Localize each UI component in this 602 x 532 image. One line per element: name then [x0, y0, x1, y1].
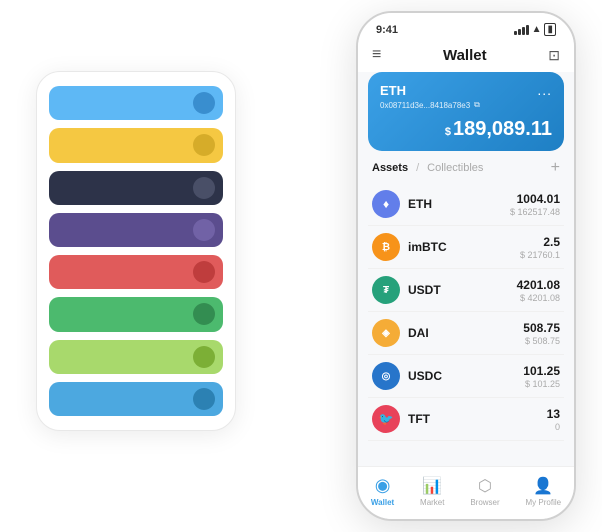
tab-separator: / — [416, 162, 419, 174]
wifi-icon: ▲ — [532, 24, 542, 35]
eth-balance: $189,089.11 — [380, 118, 552, 141]
asset-row-eth[interactable]: ♦ ETH 1004.01 $ 162517.48 — [368, 183, 564, 226]
asset-row-dai[interactable]: ◈ DAI 508.75 $ 508.75 — [368, 312, 564, 355]
bg-row-8 — [49, 382, 223, 416]
add-asset-button[interactable]: + — [551, 159, 560, 177]
asset-name-eth: ETH — [408, 197, 510, 211]
asset-name-usdc: USDC — [408, 369, 523, 383]
eth-asset-icon: ♦ — [372, 190, 400, 218]
nav-market-label: Market — [420, 498, 444, 507]
eth-address: 0x08711d3e...8418a78e3 ⧉ — [380, 100, 552, 110]
asset-name-tft: TFT — [408, 412, 547, 426]
asset-amounts-imbtc: 2.5 $ 21760.1 — [520, 235, 560, 260]
nav-profile-label: My Profile — [526, 498, 562, 507]
nav-wallet[interactable]: ◉ Wallet — [371, 475, 394, 507]
scene: 9:41 ▲ ▮ ≡ Wallet ⊡ ETH ... — [16, 11, 586, 521]
tft-asset-icon: 🐦 — [372, 405, 400, 433]
nav-wallet-label: Wallet — [371, 498, 394, 507]
tab-collectibles[interactable]: Collectibles — [427, 162, 483, 174]
bg-row-4 — [49, 213, 223, 247]
eth-card-top: ETH ... — [380, 82, 552, 98]
status-time: 9:41 — [376, 24, 398, 36]
nav-market[interactable]: 📊 Market — [420, 476, 444, 507]
status-bar: 9:41 ▲ ▮ — [358, 13, 574, 40]
bg-row-7 — [49, 340, 223, 374]
asset-row-imbtc[interactable]: ₿ imBTC 2.5 $ 21760.1 — [368, 226, 564, 269]
asset-row-usdt[interactable]: ₮ USDT 4201.08 $ 4201.08 — [368, 269, 564, 312]
asset-row-usdc[interactable]: ◎ USDC 101.25 $ 101.25 — [368, 355, 564, 398]
eth-card-menu[interactable]: ... — [537, 82, 552, 98]
bg-row-1 — [49, 86, 223, 120]
asset-name-imbtc: imBTC — [408, 240, 520, 254]
nav-browser[interactable]: ⬡ Browser — [470, 476, 499, 507]
bottom-nav: ◉ Wallet 📊 Market ⬡ Browser 👤 My Profile — [358, 466, 574, 519]
asset-name-dai: DAI — [408, 326, 523, 340]
eth-card-label: ETH — [380, 83, 406, 98]
asset-amounts-eth: 1004.01 $ 162517.48 — [510, 192, 560, 217]
page-title: Wallet — [443, 47, 487, 64]
bg-row-3 — [49, 171, 223, 205]
phone-header: ≡ Wallet ⊡ — [358, 40, 574, 72]
assets-tabs: Assets / Collectibles — [372, 162, 483, 174]
asset-amounts-usdc: 101.25 $ 101.25 — [523, 364, 560, 389]
profile-nav-icon: 👤 — [533, 476, 553, 496]
copy-icon[interactable]: ⧉ — [474, 100, 480, 110]
market-nav-icon: 📊 — [422, 476, 442, 496]
nav-browser-label: Browser — [470, 498, 499, 507]
asset-list: ♦ ETH 1004.01 $ 162517.48 ₿ imBTC 2.5 $ … — [358, 183, 574, 466]
expand-icon[interactable]: ⊡ — [548, 47, 560, 64]
tab-assets[interactable]: Assets — [372, 162, 408, 174]
bg-row-5 — [49, 255, 223, 289]
usdc-asset-icon: ◎ — [372, 362, 400, 390]
background-card — [36, 71, 236, 431]
assets-header: Assets / Collectibles + — [358, 159, 574, 183]
dai-asset-icon: ◈ — [372, 319, 400, 347]
usdt-asset-icon: ₮ — [372, 276, 400, 304]
asset-name-usdt: USDT — [408, 283, 517, 297]
asset-row-tft[interactable]: 🐦 TFT 13 0 — [368, 398, 564, 441]
phone-mockup: 9:41 ▲ ▮ ≡ Wallet ⊡ ETH ... — [356, 11, 576, 521]
eth-card[interactable]: ETH ... 0x08711d3e...8418a78e3 ⧉ $189,08… — [368, 72, 564, 151]
wallet-nav-icon: ◉ — [375, 475, 391, 496]
bg-row-2 — [49, 128, 223, 162]
browser-nav-icon: ⬡ — [478, 476, 492, 496]
asset-amounts-dai: 508.75 $ 508.75 — [523, 321, 560, 346]
bg-row-6 — [49, 297, 223, 331]
status-icons: ▲ ▮ — [514, 23, 556, 36]
menu-icon[interactable]: ≡ — [372, 46, 381, 64]
asset-amounts-usdt: 4201.08 $ 4201.08 — [517, 278, 560, 303]
asset-amounts-tft: 13 0 — [547, 407, 560, 432]
imbtc-asset-icon: ₿ — [372, 233, 400, 261]
nav-profile[interactable]: 👤 My Profile — [526, 476, 562, 507]
